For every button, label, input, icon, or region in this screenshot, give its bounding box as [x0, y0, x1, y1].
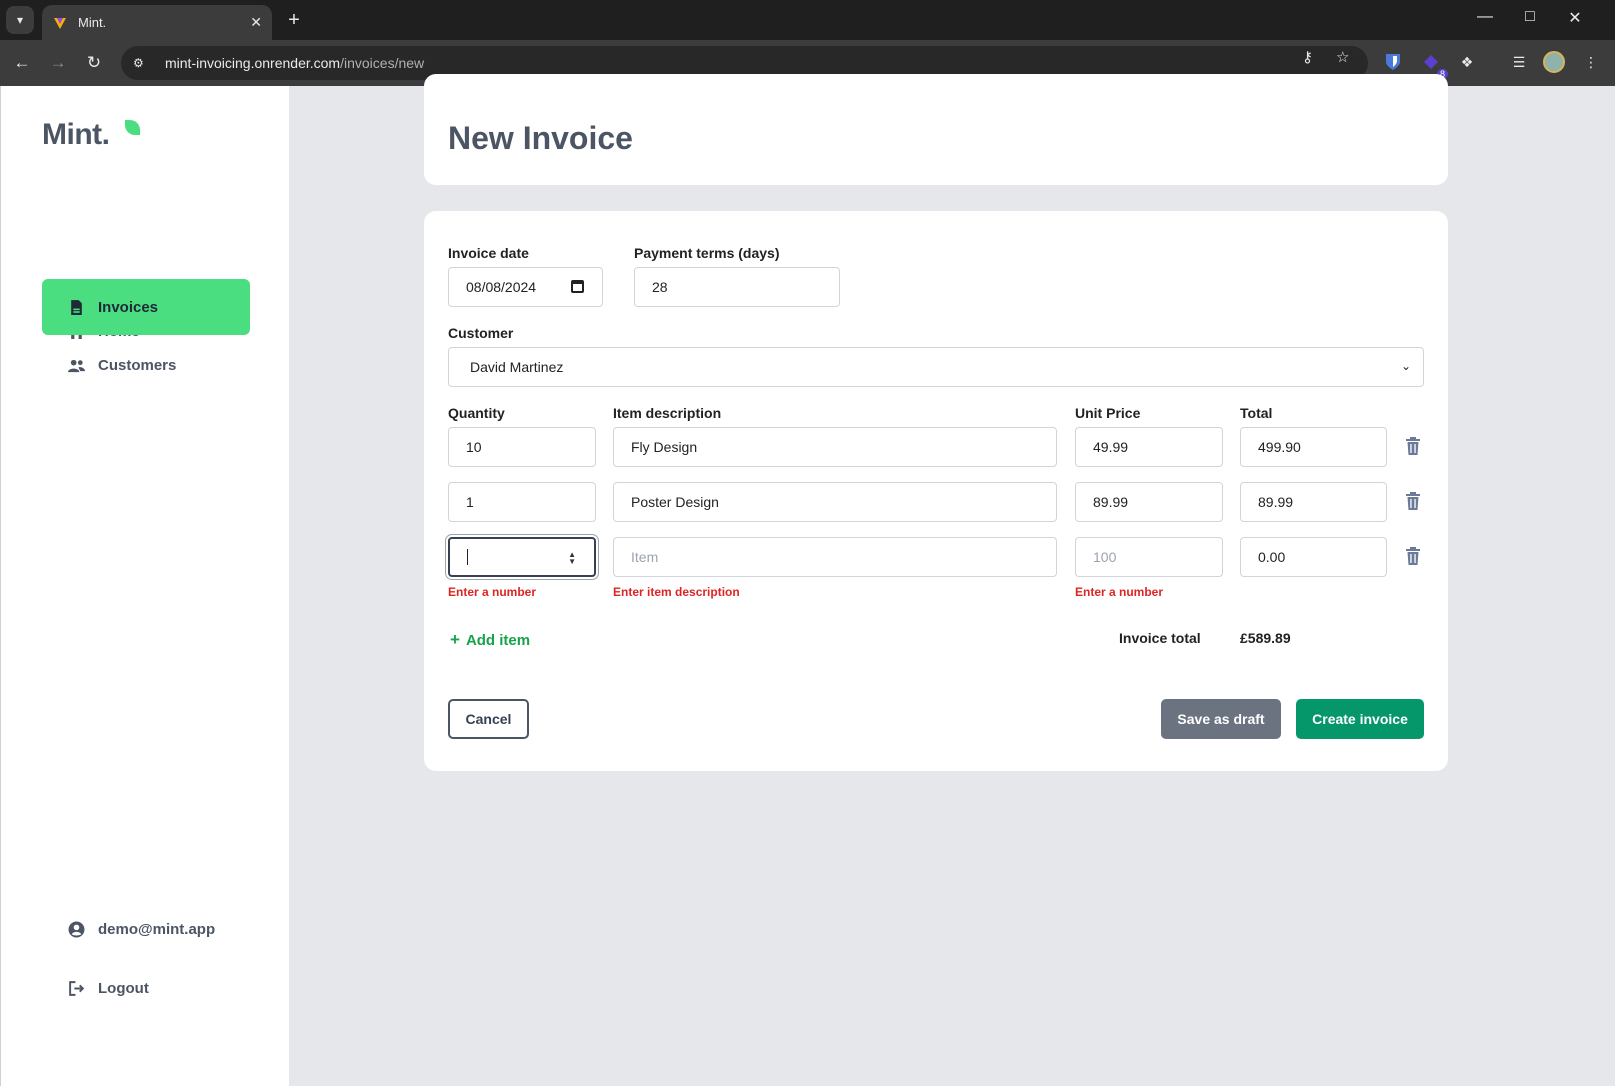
logout-label: Logout	[98, 980, 149, 997]
logout-link[interactable]: Logout	[67, 980, 149, 997]
sidebar-item-customers[interactable]: Customers	[42, 337, 250, 393]
trash-icon[interactable]	[1405, 491, 1421, 511]
quantity-input[interactable]: ▲ ▼	[448, 537, 596, 577]
app-logo: Mint.	[42, 118, 110, 151]
trash-icon[interactable]	[1405, 546, 1421, 566]
description-input[interactable]: Poster Design	[613, 482, 1057, 522]
unit-price-input[interactable]: 49.99	[1075, 427, 1223, 467]
unit-price-error: Enter a number	[1075, 585, 1164, 599]
bookmark-star-icon[interactable]: ☆	[1336, 48, 1349, 66]
line-total-value: 0.00	[1258, 549, 1286, 565]
password-key-icon[interactable]: ⚷	[1302, 48, 1313, 66]
users-icon	[67, 356, 85, 374]
description-value: Poster Design	[631, 494, 719, 510]
user-email: demo@mint.app	[98, 921, 216, 938]
total-column-header: Total	[1240, 405, 1273, 421]
invoice-date-label: Invoice date	[448, 245, 529, 261]
unit-price-placeholder: 100	[1093, 549, 1117, 565]
invoice-date-value: 08/08/2024	[466, 279, 537, 295]
reload-icon[interactable]: ↻	[82, 51, 106, 75]
user-circle-icon	[67, 921, 85, 938]
browser-menu-icon[interactable]: ⋮	[1580, 51, 1602, 73]
url-path: /invoices/new	[340, 55, 425, 71]
close-window-icon[interactable]: ✕	[1560, 8, 1590, 28]
minimize-icon[interactable]: —	[1470, 8, 1500, 26]
description-value: Fly Design	[631, 439, 698, 455]
quantity-input[interactable]: 1	[448, 482, 596, 522]
extension-badge-icon[interactable]: 8	[1420, 51, 1448, 79]
document-icon	[67, 298, 85, 316]
invoice-date-input[interactable]: 08/08/2024	[448, 267, 603, 307]
extensions-puzzle-icon[interactable]: ❖	[1456, 51, 1478, 73]
payment-terms-label: Payment terms (days)	[634, 245, 780, 261]
line-total-field: 499.90	[1240, 427, 1387, 467]
quantity-value: 10	[466, 439, 482, 455]
tab-close-icon[interactable]: ✕	[250, 14, 262, 31]
forward-icon[interactable]: →	[46, 51, 70, 75]
description-input[interactable]: Fly Design	[613, 427, 1057, 467]
customer-label: Customer	[448, 325, 514, 341]
add-item-button[interactable]: + Add item	[450, 630, 530, 650]
tab-title: Mint.	[78, 15, 107, 30]
description-placeholder: Item	[631, 549, 659, 565]
app-root: Mint. Home Invoices Customers demo@mint.	[0, 74, 1615, 1086]
cancel-button[interactable]: Cancel	[448, 699, 529, 739]
calendar-icon[interactable]	[571, 280, 584, 293]
sidebar-item-invoices[interactable]: Invoices	[42, 279, 250, 335]
customer-selected-value: David Martinez	[470, 359, 564, 375]
line-total-value: 499.90	[1258, 439, 1301, 455]
text-caret	[467, 549, 468, 565]
mint-favicon-icon	[54, 17, 66, 29]
add-item-label: Add item	[465, 631, 531, 649]
line-total-field: 89.99	[1240, 482, 1387, 522]
create-invoice-button[interactable]: Create invoice	[1296, 699, 1424, 739]
tab-search-button[interactable]: ▾	[6, 6, 34, 34]
description-input[interactable]: Item	[613, 537, 1057, 577]
media-queue-icon[interactable]: ☰	[1508, 51, 1530, 73]
sidebar-item-label: Invoices	[98, 298, 159, 316]
unit-price-input[interactable]: 100	[1075, 537, 1223, 577]
unit-price-value: 89.99	[1093, 494, 1129, 510]
invoice-total-label: Invoice total	[1119, 630, 1201, 646]
profile-avatar[interactable]	[1543, 51, 1565, 73]
quantity-column-header: Quantity	[448, 405, 505, 421]
bitwarden-extension-icon[interactable]	[1382, 51, 1404, 73]
number-spinner-icon[interactable]: ▲ ▼	[568, 551, 576, 566]
quantity-value: 1	[466, 494, 474, 510]
unit-price-input[interactable]: 89.99	[1075, 482, 1223, 522]
logo-leaf-icon	[125, 120, 140, 135]
page-title: New Invoice	[448, 120, 633, 156]
payment-terms-input[interactable]: 28	[634, 267, 840, 307]
browser-tab[interactable]: Mint. ✕	[42, 5, 272, 40]
sidebar: Mint. Home Invoices Customers demo@mint.	[0, 86, 289, 1086]
trash-icon[interactable]	[1405, 436, 1421, 456]
maximize-icon[interactable]: □	[1515, 8, 1545, 26]
sidebar-item-label: Customers	[98, 356, 177, 374]
user-account[interactable]: demo@mint.app	[67, 921, 215, 938]
description-error: Enter item description	[613, 585, 740, 599]
logout-icon	[67, 980, 85, 997]
line-total-value: 89.99	[1258, 494, 1294, 510]
site-info-icon[interactable]: ⚙	[133, 56, 151, 70]
line-total-field: 0.00	[1240, 537, 1387, 577]
plus-icon: +	[450, 630, 460, 649]
payment-terms-value: 28	[652, 279, 668, 295]
invoice-total-value: £589.89	[1240, 630, 1291, 646]
new-tab-button[interactable]: +	[282, 8, 306, 32]
back-icon[interactable]: ←	[10, 51, 34, 75]
customer-select[interactable]: David Martinez ⌄	[448, 347, 1424, 387]
save-draft-button[interactable]: Save as draft	[1161, 699, 1281, 739]
unit-price-column-header: Unit Price	[1075, 405, 1141, 421]
description-column-header: Item description	[613, 405, 722, 421]
chevron-down-icon: ⌄	[1400, 359, 1411, 373]
quantity-error: Enter a number	[448, 585, 537, 599]
browser-tab-bar: ▾ Mint. ✕ + — □ ✕	[0, 0, 1615, 40]
quantity-input[interactable]: 10	[448, 427, 596, 467]
unit-price-value: 49.99	[1093, 439, 1129, 455]
url-host: mint-invoicing.onrender.com	[165, 55, 341, 71]
